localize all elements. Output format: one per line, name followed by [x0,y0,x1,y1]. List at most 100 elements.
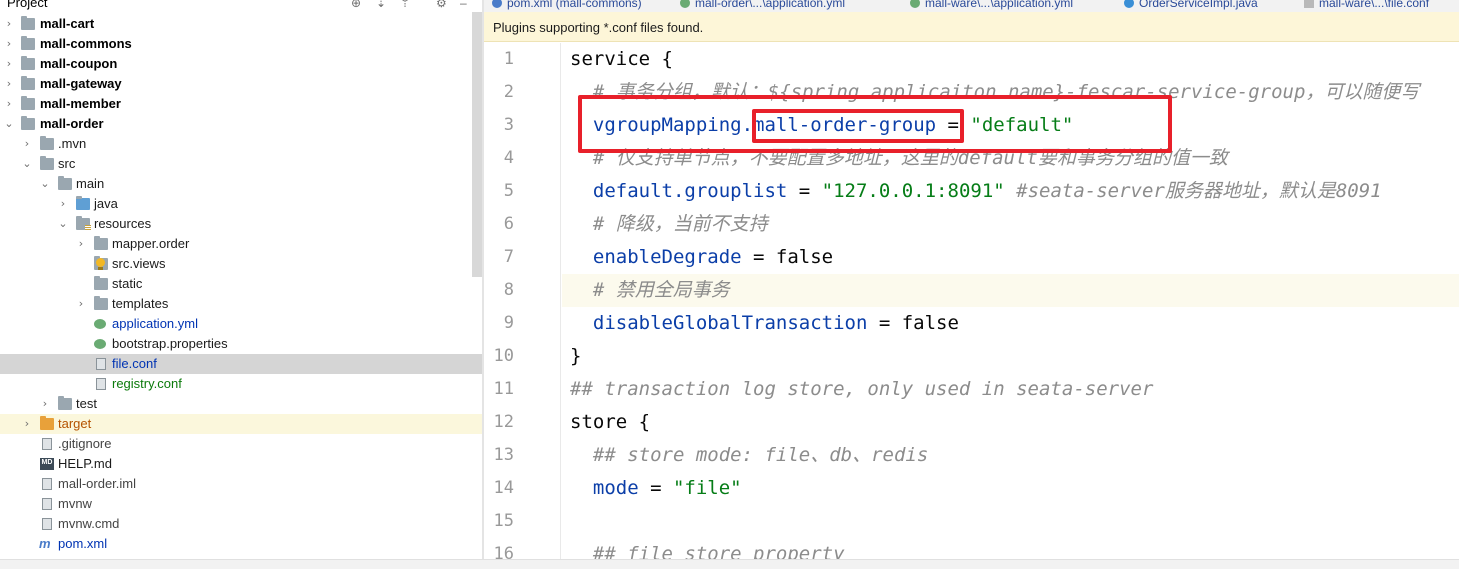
module-folder-icon [21,56,35,70]
tree-item-application-yml[interactable]: application.yml [0,314,482,334]
tree-item-mall-commons[interactable]: › mall-commons [0,34,482,54]
code-operator: = [638,477,673,499]
tree-item-label: resources [94,216,152,231]
chevron-right-icon[interactable]: › [3,54,15,74]
tree-item-label: target [58,416,92,431]
chevron-right-icon[interactable]: › [39,394,51,414]
project-panel: Project ⊕ ⇣ ⇡ ⚙ – › mall-cart › mall-com… [0,0,482,569]
chevron-right-icon[interactable]: › [75,234,87,254]
tree-item-mvnw[interactable]: mvnw [0,494,482,514]
tree-item-mall-order[interactable]: ⌄ mall-order [0,114,482,134]
script-file-icon [42,498,52,510]
config-value: = false [741,246,834,268]
locate-icon[interactable]: ⊕ [351,0,361,11]
tree-item-label: src.views [112,256,166,271]
tree-item-pom-xml[interactable]: m pom.xml [0,534,482,554]
class-icon [1124,0,1134,8]
tab-order-service-impl[interactable]: OrderServiceImpl.java [1124,0,1258,11]
line-number: 15 [493,511,514,531]
tree-item-label: static [112,276,143,291]
config-key: mode [570,477,639,499]
tree-item-label: file.conf [112,356,157,371]
tree-item-target[interactable]: › target [0,414,482,434]
tree-item-src[interactable]: ⌄ src [0,154,482,174]
module-folder-icon [21,36,35,50]
chevron-down-icon[interactable]: ⌄ [39,174,51,194]
tree-item-label: src [58,156,76,171]
bottom-status-strip [0,559,1459,569]
tree-item-src-views[interactable]: src.views [0,254,482,274]
tree-item-label: templates [112,296,169,311]
tree-item-mapper-order[interactable]: › mapper.order [0,234,482,254]
intention-bulb-icon[interactable] [95,258,105,272]
code-text: store { [570,411,651,433]
code-text: service { [570,48,673,70]
tree-item-file-conf[interactable]: file.conf [0,354,482,374]
gear-icon[interactable]: ⚙ [436,0,447,11]
project-title[interactable]: Project [7,0,47,11]
line-number: 7 [503,247,514,267]
tree-item-mall-member[interactable]: › mall-member [0,94,482,114]
module-folder-icon [21,116,35,130]
module-folder-icon [21,96,35,110]
chevron-down-icon[interactable]: ⌄ [57,214,69,234]
code-line-14: mode = "file" [570,472,742,505]
tree-item-main[interactable]: ⌄ main [0,174,482,194]
line-number-gutter[interactable]: 1 2 3 4 5 6 7 8 9 10 11 12 13 14 15 16 [484,43,561,569]
tree-item-label: mapper.order [112,236,190,251]
resources-folder-icon [76,216,91,231]
tree-item-mvn-folder[interactable]: › .mvn [0,134,482,154]
tab-ware-application-yml[interactable]: mall-ware\...\application.yml [910,0,1073,11]
chevron-right-icon[interactable]: › [21,414,33,434]
tree-item-label: .mvn [58,136,87,151]
chevron-right-icon[interactable]: › [3,14,15,34]
tree-item-test[interactable]: › test [0,394,482,414]
chevron-right-icon[interactable]: › [3,74,15,94]
chevron-down-icon[interactable]: ⌄ [3,114,15,134]
tree-item-resources[interactable]: ⌄ resources [0,214,482,234]
tree-item-static[interactable]: static [0,274,482,294]
tab-order-application-yml[interactable]: mall-order\...\application.yml [680,0,845,11]
chevron-right-icon[interactable]: › [3,94,15,114]
code-line-8: # 禁用全局事务 [570,274,730,307]
tree-item-label: mall-order.iml [58,476,137,491]
tree-item-java[interactable]: › java [0,194,482,214]
chevron-right-icon[interactable]: › [57,194,69,214]
tree-item-registry-conf[interactable]: registry.conf [0,374,482,394]
tree-scrollbar[interactable] [472,12,482,277]
script-file-icon [42,518,52,530]
maven-icon [492,0,502,8]
folder-icon [94,276,108,290]
config-value: = false [867,312,959,334]
tree-item-mall-order-iml[interactable]: mall-order.iml [0,474,482,494]
tab-ware-file-conf[interactable]: mall-ware\...\file.conf [1304,0,1429,11]
tree-item-mall-gateway[interactable]: › mall-gateway [0,74,482,94]
tree-item-label: mall-coupon [40,56,118,71]
tree-item-bootstrap-properties[interactable]: bootstrap.properties [0,334,482,354]
tree-item-mvnw-cmd[interactable]: mvnw.cmd [0,514,482,534]
chevron-down-icon[interactable]: ⌄ [21,154,33,174]
line-number: 1 [503,49,514,69]
expand-all-icon[interactable]: ⇣ [376,0,386,11]
code-line-13: ## store mode: file、db、redis [570,439,928,472]
collapse-all-icon[interactable]: ⇡ [400,0,410,11]
tree-item-mall-coupon[interactable]: › mall-coupon [0,54,482,74]
chevron-right-icon[interactable]: › [75,294,87,314]
tree-item-gitignore[interactable]: .gitignore [0,434,482,454]
tree-item-label: mall-member [40,96,121,111]
excluded-folder-icon [40,416,54,430]
tree-item-mall-cart[interactable]: › mall-cart [0,14,482,34]
code-comment: # 降级，当前不支持 [570,213,768,235]
tab-pom-xml-commons[interactable]: pom.xml (mall-commons) [492,0,642,11]
chevron-right-icon[interactable]: › [3,34,15,54]
tree-item-help-md[interactable]: MD HELP.md [0,454,482,474]
folder-icon [40,156,54,170]
tree-item-label: registry.conf [112,376,182,391]
spring-yml-icon [910,0,920,8]
tree-item-templates[interactable]: › templates [0,294,482,314]
plugin-notice-banner: Plugins supporting *.conf files found. [484,12,1459,42]
folder-icon [94,296,108,310]
editor-panel: pom.xml (mall-commons) mall-order\...\ap… [484,0,1459,569]
hide-icon[interactable]: – [460,0,467,11]
chevron-right-icon[interactable]: › [21,134,33,154]
